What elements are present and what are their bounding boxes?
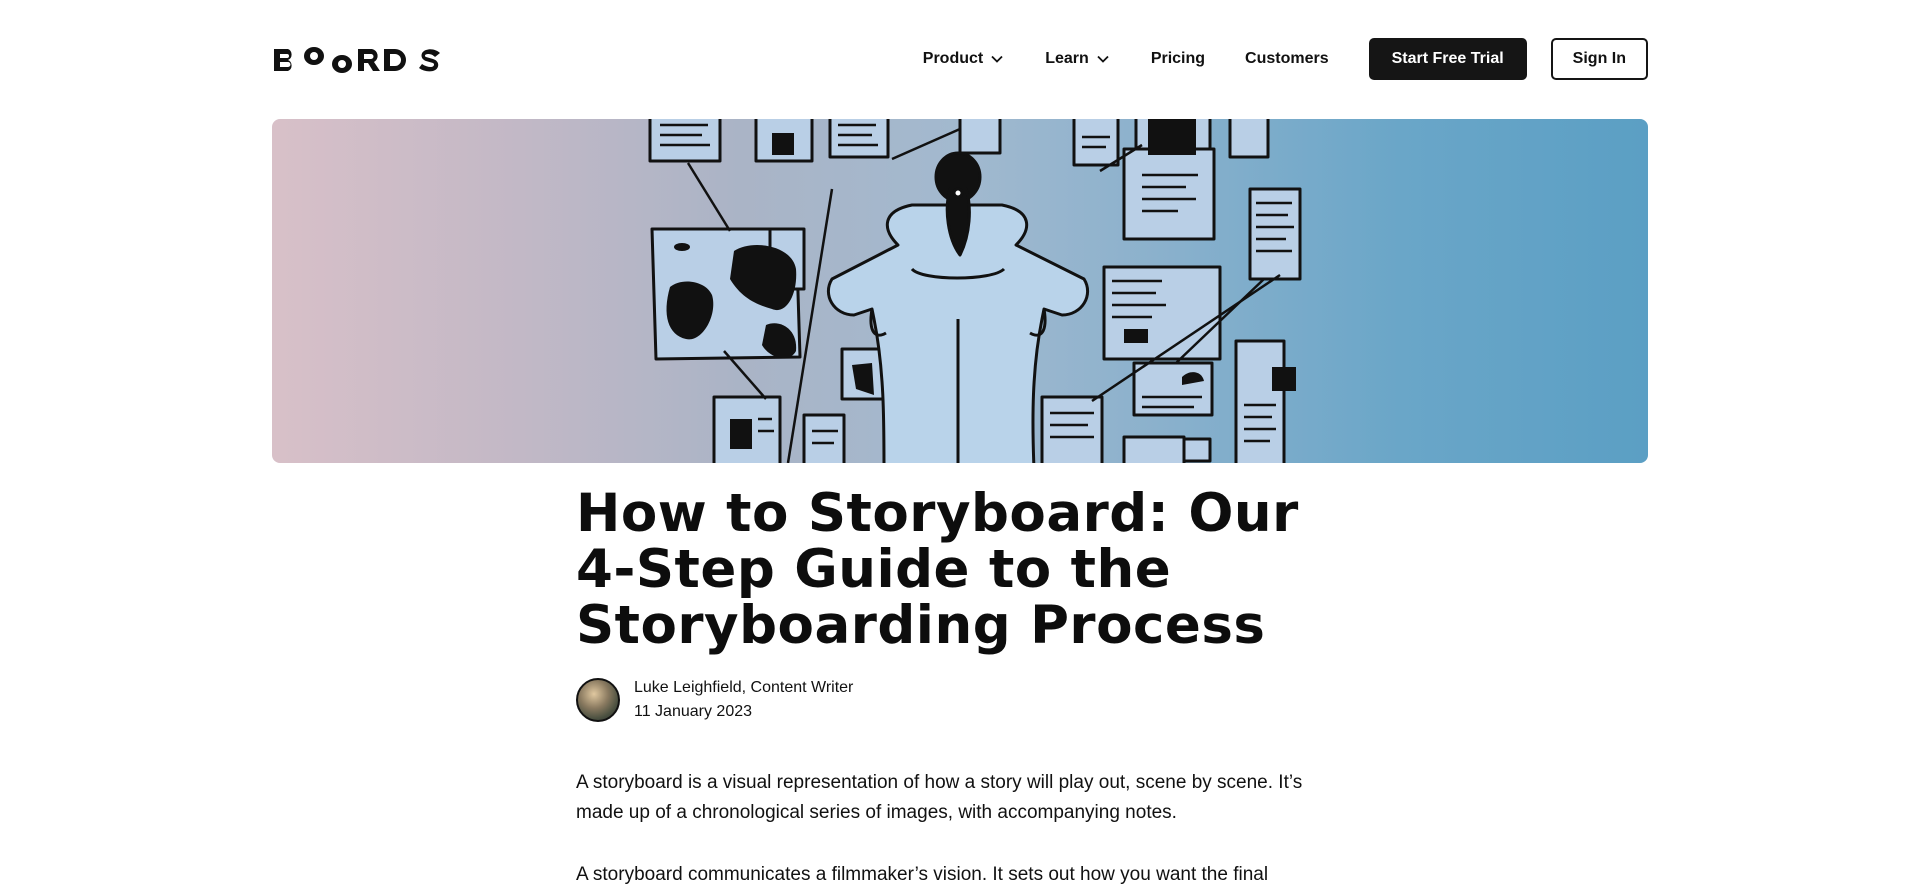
author-avatar xyxy=(576,678,620,722)
article: How to Storyboard: Our 4-Step Guide to t… xyxy=(576,486,1346,890)
hero-banner xyxy=(272,119,1648,463)
start-free-trial-button[interactable]: Start Free Trial xyxy=(1368,38,1527,80)
storyboard-illustration xyxy=(648,119,1302,463)
author-name: Luke Leighfield, Content Writer xyxy=(634,679,854,696)
nav-pricing-label: Pricing xyxy=(1150,50,1206,67)
article-title: How to Storyboard: Our 4-Step Guide to t… xyxy=(576,483,1299,656)
nav-product-label: Product xyxy=(922,50,984,67)
nav-learn-label: Learn xyxy=(1045,50,1089,67)
nav-product[interactable]: Product xyxy=(923,50,1005,68)
nav-pricing[interactable]: Pricing xyxy=(1151,50,1205,68)
author-byline: Luke Leighfield, Content Writer 11 Janua… xyxy=(576,676,1346,724)
chevron-down-icon xyxy=(1097,55,1109,63)
article-paragraph: A storyboard communicates a filmmaker’s … xyxy=(576,864,1269,885)
nav-learn[interactable]: Learn xyxy=(1045,50,1111,68)
boords-logo[interactable] xyxy=(272,36,444,82)
sign-in-button[interactable]: Sign In xyxy=(1550,38,1648,80)
byline-text: Luke Leighfield, Content Writer 11 Janua… xyxy=(634,676,853,724)
nav-customers-label: Customers xyxy=(1245,50,1329,67)
chevron-down-icon xyxy=(991,55,1003,63)
nav-customers[interactable]: Customers xyxy=(1245,50,1329,68)
boords-logo-mark xyxy=(274,47,440,73)
site-header: Product Learn Pricing Customers Start Fr… xyxy=(272,36,1648,82)
publish-date: 11 January 2023 xyxy=(634,703,753,720)
article-paragraph: A storyboard is a visual representation … xyxy=(576,772,1303,823)
main-nav: Product Learn Pricing Customers Start Fr… xyxy=(923,38,1648,80)
